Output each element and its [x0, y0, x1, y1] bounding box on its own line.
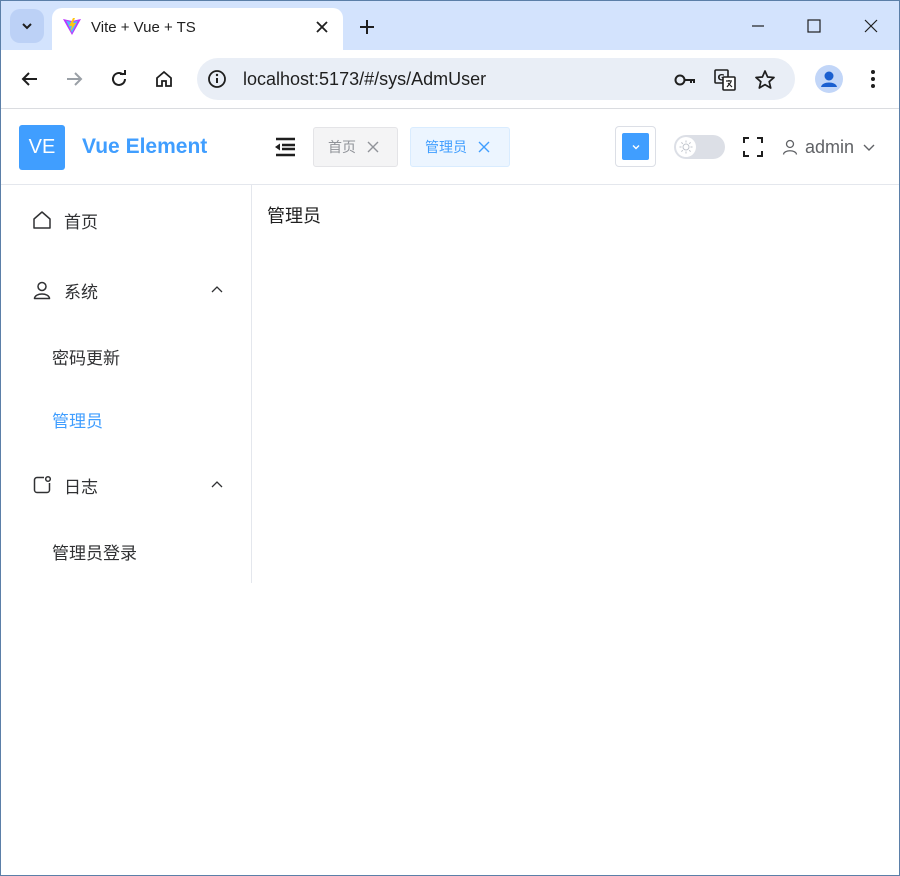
chevron-down-icon	[863, 144, 875, 151]
sidebar-item-label: 管理员	[52, 411, 103, 431]
chevron-down-icon	[22, 23, 32, 30]
dark-mode-switch[interactable]	[674, 135, 725, 159]
translate-icon: G	[714, 69, 736, 91]
reload-icon	[112, 70, 126, 86]
chevron-up-icon	[211, 481, 223, 488]
arrow-left-icon	[21, 72, 37, 86]
sidebar-item-label: 首页	[64, 212, 98, 232]
user-icon	[33, 281, 51, 300]
forward-button[interactable]	[59, 64, 89, 94]
tab-title: Vite + Vue + TS	[91, 19, 196, 36]
sidebar-item-password-update[interactable]: 密码更新	[1, 331, 251, 381]
sun-icon	[679, 140, 693, 154]
reload-button[interactable]	[104, 64, 134, 94]
key-icon	[674, 74, 695, 86]
new-tab-button[interactable]	[353, 13, 381, 41]
avatar-icon	[821, 71, 837, 87]
home-icon	[156, 70, 172, 87]
sidebar-item-admin[interactable]: 管理员	[1, 394, 251, 444]
arrow-right-icon	[67, 72, 83, 86]
home-button[interactable]	[149, 64, 179, 94]
browser-menu-button[interactable]	[861, 65, 885, 93]
more-vertical-icon	[871, 70, 875, 88]
color-swatch	[622, 133, 649, 160]
fullscreen-icon[interactable]	[743, 137, 763, 157]
maximize-button[interactable]	[799, 11, 829, 41]
url-text: localhost:5173/#/sys/AdmUser	[243, 69, 487, 89]
username: admin	[805, 136, 855, 157]
close-window-button[interactable]	[856, 11, 886, 41]
browser-toolbar: localhost:5173/#/sys/AdmUser G	[1, 50, 899, 109]
home-icon	[33, 211, 51, 229]
tab-close-button[interactable]	[311, 16, 333, 38]
user-dropdown[interactable]: admin	[781, 135, 877, 159]
sidebar-item-home[interactable]: 首页	[1, 192, 251, 248]
close-icon[interactable]	[477, 140, 491, 154]
star-icon	[755, 70, 775, 89]
sidebar-menu: 首页 系统 密码更新 管理员 日志 管理员登录	[1, 185, 252, 583]
sidebar-item-log[interactable]: 日志	[1, 457, 251, 513]
page-title: 管理员	[267, 206, 321, 226]
maximize-icon	[807, 19, 821, 33]
sidebar-item-label: 系统	[64, 282, 98, 302]
back-button[interactable]	[15, 64, 45, 94]
bookmark-button[interactable]	[753, 68, 777, 92]
profile-button[interactable]	[815, 65, 843, 93]
main-content: 管理员	[252, 185, 899, 875]
browser-window: Vite + Vue + TS localhost:5173/#/sys/Adm…	[0, 0, 900, 876]
site-info-icon[interactable]	[207, 69, 227, 89]
sidebar-item-label: 密码更新	[52, 348, 120, 368]
close-icon	[864, 19, 878, 33]
minimize-icon	[752, 25, 764, 27]
switch-knob	[676, 137, 696, 157]
sidebar-item-admin-login[interactable]: 管理员登录	[1, 526, 251, 576]
minimize-button[interactable]	[743, 11, 773, 41]
app-logo: VE	[19, 125, 65, 170]
tag-label: 首页	[328, 139, 356, 155]
chevron-down-icon	[632, 144, 639, 149]
close-icon[interactable]	[366, 140, 380, 154]
tab-tag-admin[interactable]: 管理员	[410, 127, 510, 167]
tab-tag-home[interactable]: 首页	[313, 127, 398, 167]
chevron-up-icon	[211, 286, 223, 293]
tab-strip: Vite + Vue + TS	[1, 1, 899, 50]
tag-label: 管理员	[425, 139, 467, 155]
sidebar-item-label: 管理员登录	[52, 543, 137, 563]
collapse-menu-icon[interactable]	[273, 137, 297, 157]
sidebar-item-system[interactable]: 系统	[1, 262, 251, 318]
browser-tab[interactable]: Vite + Vue + TS	[52, 8, 343, 50]
address-bar[interactable]: localhost:5173/#/sys/AdmUser G	[197, 58, 795, 100]
app-name: Vue Element	[82, 135, 208, 158]
log-icon	[33, 475, 52, 494]
password-key-button[interactable]	[673, 68, 697, 92]
tab-search-button[interactable]	[10, 9, 44, 43]
sidebar-item-label: 日志	[64, 477, 98, 497]
vite-logo-icon	[63, 18, 81, 35]
plus-icon	[360, 20, 374, 34]
user-icon	[782, 139, 798, 155]
app-header: VE Vue Element 首页 管理员 admin	[1, 110, 899, 185]
translate-button[interactable]: G	[713, 68, 737, 92]
theme-color-picker[interactable]	[615, 126, 656, 167]
close-icon	[316, 21, 328, 33]
